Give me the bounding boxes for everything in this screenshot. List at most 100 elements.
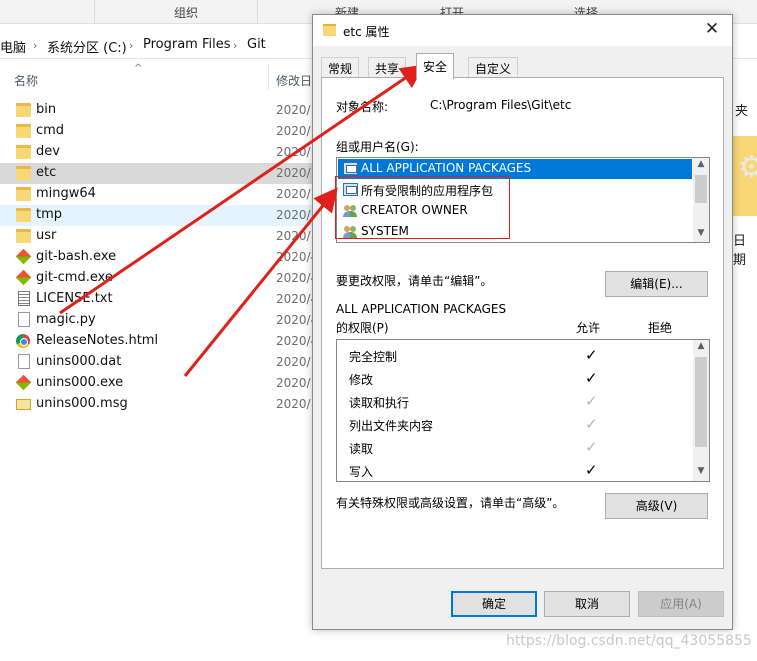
file-name: etc [36,165,57,180]
inherited-check-icon: ✓ [585,392,598,410]
group-item-restricted-packages[interactable]: 所有受限制的应用程序包 [338,180,692,200]
file-row[interactable]: unins000.dat 2020/1 [0,352,320,373]
file-row[interactable]: ReleaseNotes.html 2020/4 [0,331,320,352]
cancel-button[interactable]: 取消 [544,591,630,617]
file-row[interactable]: unins000.exe 2020/1 [0,373,320,394]
allow-check-icon: ✓ [585,461,598,479]
tab-general[interactable]: 常规 [321,57,360,78]
advanced-hint: 有关特殊权限或高级设置，请单击“高级”。 [336,496,565,510]
object-name-label: 对象名称: [336,100,389,114]
scroll-down-icon[interactable]: ▼ [693,228,709,242]
group-item-creator-owner[interactable]: CREATOR OWNER [338,201,692,221]
file-name: LICENSE.txt [36,291,113,306]
column-header-date[interactable]: 修改日 [276,72,312,89]
allow-header: 允许 [576,321,601,335]
ok-button[interactable]: 确定 [451,591,537,617]
folder-icon [16,124,31,138]
group-name: 所有受限制的应用程序包 [361,184,494,198]
scroll-thumb[interactable] [695,175,707,203]
breadcrumb-c-drive[interactable]: 系统分区 (C:) [47,37,127,56]
permission-row: 完全控制 ✓ [349,345,689,368]
groups-listbox[interactable]: ALL APPLICATION PACKAGES 所有受限制的应用程序包 CRE… [336,157,710,243]
permissions-listbox[interactable]: 完全控制 ✓ 修改 ✓ 读取和执行 ✓ 列出文件夹内容 ✓ 读取 ✓ 写入 ✓ ▲ ▼ [336,339,710,482]
allow-check-icon: ✓ [585,369,598,387]
scroll-up-icon[interactable]: ▲ [693,159,709,173]
mail-icon [16,399,31,410]
chevron-right-icon: › [129,39,134,52]
chevron-right-icon: › [233,39,238,52]
file-row[interactable]: mingw64 2020/1 [0,184,320,205]
ribbon-separator [257,0,258,24]
app-package-icon [343,162,358,175]
groups-scrollbar[interactable]: ▲ ▼ [693,158,709,242]
chevron-right-icon: › [33,39,38,52]
file-name: unins000.exe [36,375,124,390]
permission-row: 写入 ✓ [349,460,689,481]
users-icon [343,225,358,238]
permissions-scrollbar[interactable]: ▲ ▼ [693,340,709,481]
dialog-titlebar[interactable]: etc 属性 ✕ [313,15,732,46]
permission-name: 修改 [349,373,374,387]
file-row[interactable]: usr 2020/1 [0,226,320,247]
ribbon-group-organize[interactable]: 组织 [174,4,198,21]
scroll-down-icon[interactable]: ▼ [693,466,709,480]
file-icon [18,312,30,327]
permission-row: 列出文件夹内容 ✓ [349,414,689,437]
text-file-icon [18,291,30,306]
breadcrumb-program-files[interactable]: Program Files [143,37,231,52]
security-tab-page: 对象名称: C:\Program Files\Git\etc 组或用户名(G):… [321,77,724,569]
close-icon[interactable]: ✕ [700,19,724,39]
file-row[interactable]: bin 2020/1 [0,100,320,121]
group-name: ALL APPLICATION PACKAGES [361,161,532,175]
file-list: bin 2020/1 cmd 2020/1 dev 2020/1 etc 2020/1 … [0,100,320,415]
users-icon [343,204,358,217]
gear-icon: ⚙ [738,150,757,185]
tab-security[interactable]: 安全 [416,53,455,79]
inherited-check-icon: ✓ [585,438,598,456]
scroll-up-icon[interactable]: ▲ [693,341,709,355]
file-name: git-cmd.exe [36,270,113,285]
column-header-name[interactable]: 名称 [14,72,38,89]
edit-button[interactable]: 编辑(E)... [605,271,708,297]
file-row[interactable]: dev 2020/1 [0,142,320,163]
deny-header: 拒绝 [648,321,673,335]
file-row[interactable]: unins000.msg 2020/1 [0,394,320,415]
file-icon [18,354,30,369]
folder-icon [16,166,31,180]
inherited-check-icon: ✓ [585,415,598,433]
file-row[interactable]: git-cmd.exe 2020/4 [0,268,320,289]
file-row[interactable]: cmd 2020/1 [0,121,320,142]
git-exe-icon [15,374,32,391]
breadcrumb-git[interactable]: Git [247,37,266,52]
permission-name: 完全控制 [349,350,398,364]
file-row[interactable]: magic.py 2020/4 [0,310,320,331]
object-name-value: C:\Program Files\Git\etc [430,98,572,112]
column-separator[interactable] [268,64,269,90]
edit-hint: 要更改权限，请单击“编辑”。 [336,274,493,288]
permission-name: 列出文件夹内容 [349,419,434,433]
file-row-hover[interactable]: tmp 2020/1 [0,205,320,226]
breadcrumb-pc[interactable]: 电脑 [0,37,26,56]
group-name: CREATOR OWNER [361,203,468,217]
apply-button[interactable]: 应用(A) [638,591,724,617]
file-row[interactable]: git-bash.exe 2020/4 [0,247,320,268]
allow-check-icon: ✓ [585,346,598,364]
group-item-system[interactable]: SYSTEM [338,222,692,242]
file-name: dev [36,144,60,159]
tab-customize[interactable]: 自定义 [468,57,519,78]
tab-bar: 常规 共享 安全 自定义 [321,53,723,79]
file-row[interactable]: LICENSE.txt 2020/4 [0,289,320,310]
permissions-for-label: ALL APPLICATION PACKAGES [336,302,507,316]
group-name: SYSTEM [361,224,409,238]
permissions-label: 的权限(P) [336,321,389,335]
group-item-all-app-packages[interactable]: ALL APPLICATION PACKAGES [338,159,692,179]
file-name: tmp [36,207,63,222]
git-exe-icon [15,269,32,286]
permission-row: 读取 ✓ [349,437,689,460]
file-row-selected[interactable]: etc 2020/1 [0,163,320,184]
advanced-button[interactable]: 高级(V) [605,493,708,519]
folder-icon [16,229,31,243]
scroll-thumb[interactable] [695,357,707,447]
permission-name: 写入 [349,465,374,479]
tab-sharing[interactable]: 共享 [368,57,407,78]
